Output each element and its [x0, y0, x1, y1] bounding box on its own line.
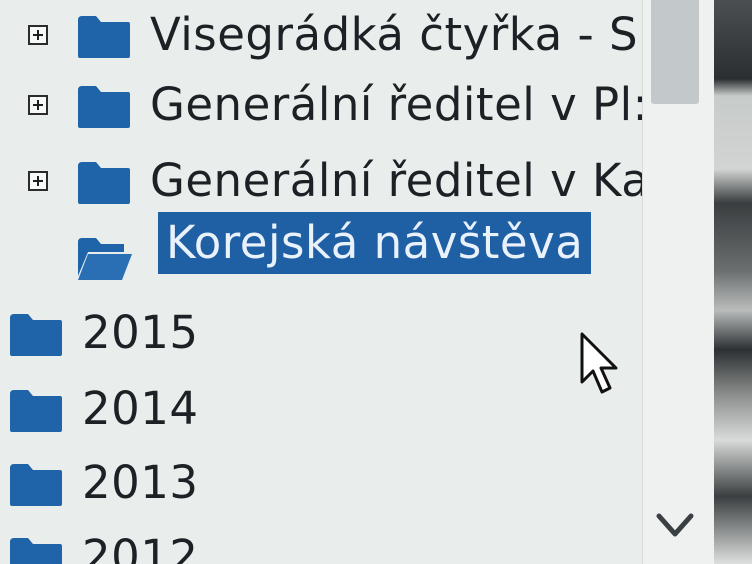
tree-item-korejska-navsteva[interactable]: Korejská návštěva: [0, 212, 642, 288]
tree-item-visegradka[interactable]: Visegrádká čtyřka - Sp: [0, 4, 642, 66]
tree-item-label: 2015: [82, 306, 199, 359]
plus-icon[interactable]: [28, 95, 48, 115]
vertical-scrollbar[interactable]: [642, 0, 715, 564]
background-window-edge: [714, 0, 752, 564]
folder-icon: [8, 462, 64, 508]
tree-item-2014[interactable]: 2014: [0, 378, 642, 440]
folder-open-icon: [76, 236, 132, 282]
chevron-down-icon[interactable]: [653, 508, 697, 544]
folder-icon: [76, 14, 132, 60]
tree-item-label: 2014: [82, 382, 199, 435]
tree-item-label: Generální ředitel v Ka: [150, 154, 642, 207]
tree-item-2013[interactable]: 2013: [0, 452, 642, 514]
folder-icon: [76, 160, 132, 206]
tree-item-2012[interactable]: 2012: [0, 526, 642, 564]
folder-tree: Visegrádká čtyřka - Sp Generální ředitel…: [0, 0, 642, 564]
plus-icon[interactable]: [28, 25, 48, 45]
tree-item-label: 2012: [82, 530, 199, 564]
tree-item-generalni-reditel-ka[interactable]: Generální ředitel v Ka: [0, 150, 642, 212]
tree-item-label-selected: Korejská návštěva: [158, 212, 592, 274]
tree-item-label: Visegrádká čtyřka - Sp: [150, 8, 642, 61]
folder-icon: [76, 84, 132, 130]
tree-item-generalni-reditel-pl[interactable]: Generální ředitel v Pl:: [0, 74, 642, 136]
folder-icon: [8, 388, 64, 434]
folder-icon: [8, 536, 64, 564]
tree-item-label: 2013: [82, 456, 199, 509]
tree-item-2015[interactable]: 2015: [0, 302, 642, 364]
scroll-thumb[interactable]: [651, 0, 699, 104]
plus-icon[interactable]: [28, 171, 48, 191]
tree-item-label: Generální ředitel v Pl:: [150, 78, 642, 131]
folder-icon: [8, 312, 64, 358]
